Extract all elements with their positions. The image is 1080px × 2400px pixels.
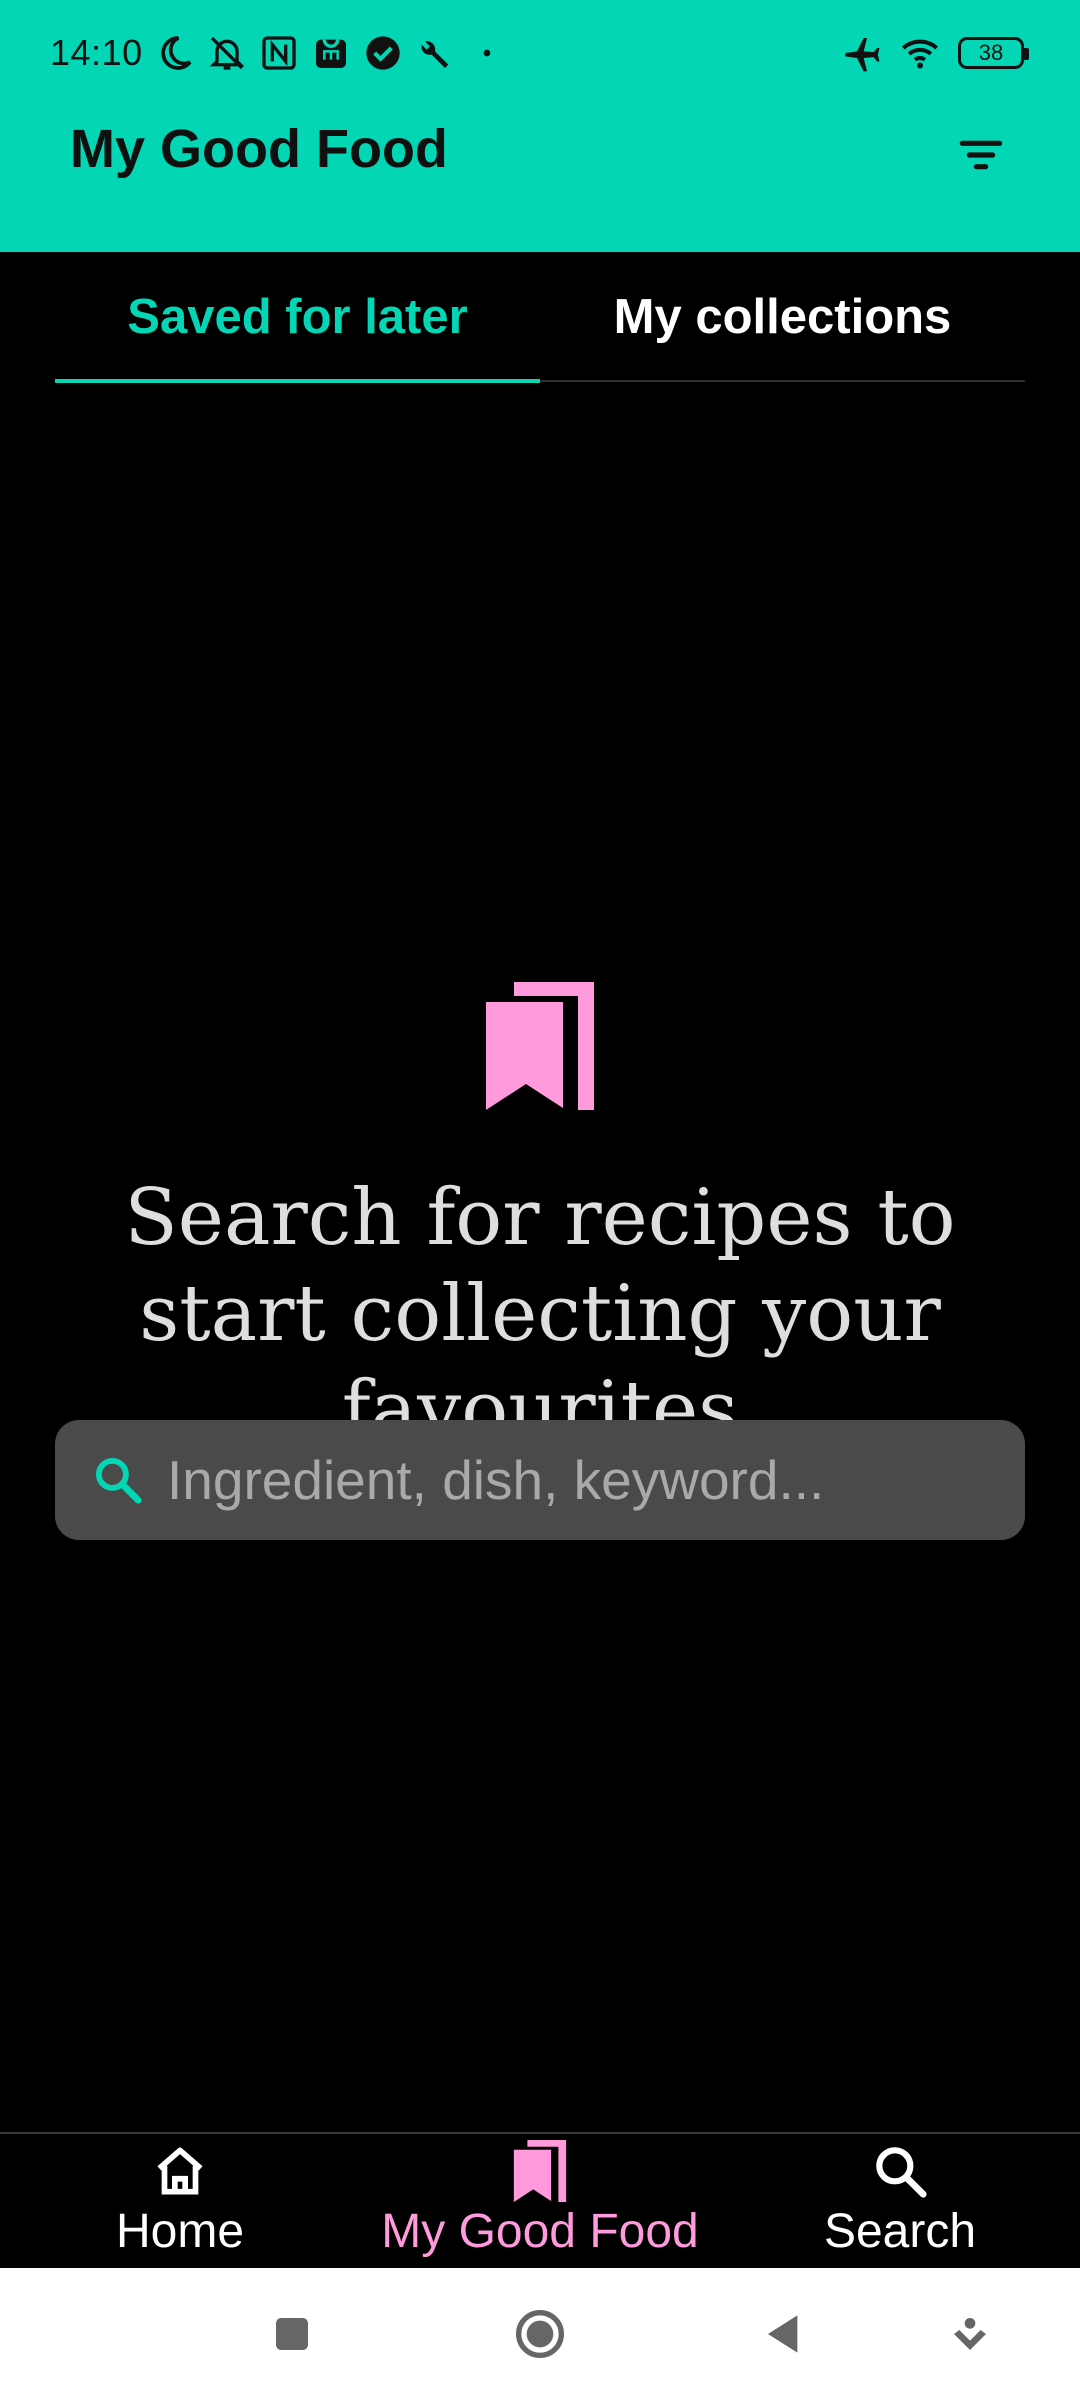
nav-label-search: Search bbox=[823, 2205, 977, 2258]
bell-off-icon bbox=[207, 33, 247, 73]
recents-icon bbox=[276, 2318, 308, 2350]
home-icon bbox=[149, 2140, 211, 2202]
status-time: 14:10 bbox=[50, 32, 143, 73]
tab-my-collections[interactable]: My collections bbox=[540, 252, 1025, 382]
battery-icon: 38 bbox=[958, 37, 1029, 69]
menu-down-icon bbox=[954, 2318, 986, 2350]
nav-item-my-good-food[interactable]: My Good Food bbox=[360, 2134, 720, 2270]
system-home-button[interactable] bbox=[504, 2298, 576, 2370]
menu-down-button[interactable] bbox=[934, 2298, 1006, 2370]
wifi-icon bbox=[900, 33, 940, 73]
empty-state-message: Search for recipes to start collecting y… bbox=[124, 1173, 956, 1455]
status-right: 38 bbox=[842, 28, 1029, 78]
back-icon bbox=[768, 2315, 798, 2353]
search-icon bbox=[91, 1453, 145, 1507]
filter-icon bbox=[959, 140, 1003, 170]
system-nav-bar bbox=[0, 2268, 1080, 2400]
bottom-nav: Home My Good Food Search bbox=[0, 2132, 1080, 2268]
search-input[interactable] bbox=[167, 1430, 995, 1530]
home-circle-icon bbox=[516, 2310, 564, 2358]
wrench-icon bbox=[415, 33, 455, 73]
search-icon bbox=[869, 2140, 931, 2202]
bookmarks-icon bbox=[486, 982, 594, 1110]
check-circle-icon bbox=[363, 33, 403, 73]
mi-store-icon bbox=[311, 33, 351, 73]
moon-icon bbox=[155, 33, 195, 73]
status-bar: 14:10 38 bbox=[0, 0, 1080, 104]
filter-button[interactable] bbox=[946, 120, 1016, 190]
bookmarks-icon bbox=[509, 2140, 571, 2202]
nav-label-my-good-food: My Good Food bbox=[381, 2205, 699, 2258]
tab-bar: Saved for later My collections bbox=[55, 252, 1025, 383]
recents-button[interactable] bbox=[256, 2298, 328, 2370]
nav-item-search[interactable]: Search bbox=[720, 2134, 1080, 2270]
nav-item-home[interactable]: Home bbox=[0, 2134, 360, 2270]
app-header: 14:10 38 My Good Food bbox=[0, 0, 1080, 252]
battery-level: 38 bbox=[978, 40, 1004, 65]
active-tab-indicator bbox=[55, 379, 540, 383]
nav-label-home: Home bbox=[115, 2205, 245, 2258]
airplane-icon bbox=[842, 33, 882, 73]
search-box[interactable] bbox=[55, 1420, 1025, 1540]
page-title: My Good Food bbox=[70, 119, 448, 179]
status-left: 14:10 bbox=[50, 28, 507, 78]
dot-icon bbox=[467, 33, 507, 73]
nfc-icon bbox=[259, 33, 299, 73]
tab-saved-for-later[interactable]: Saved for later bbox=[55, 252, 540, 382]
back-button[interactable] bbox=[748, 2298, 820, 2370]
